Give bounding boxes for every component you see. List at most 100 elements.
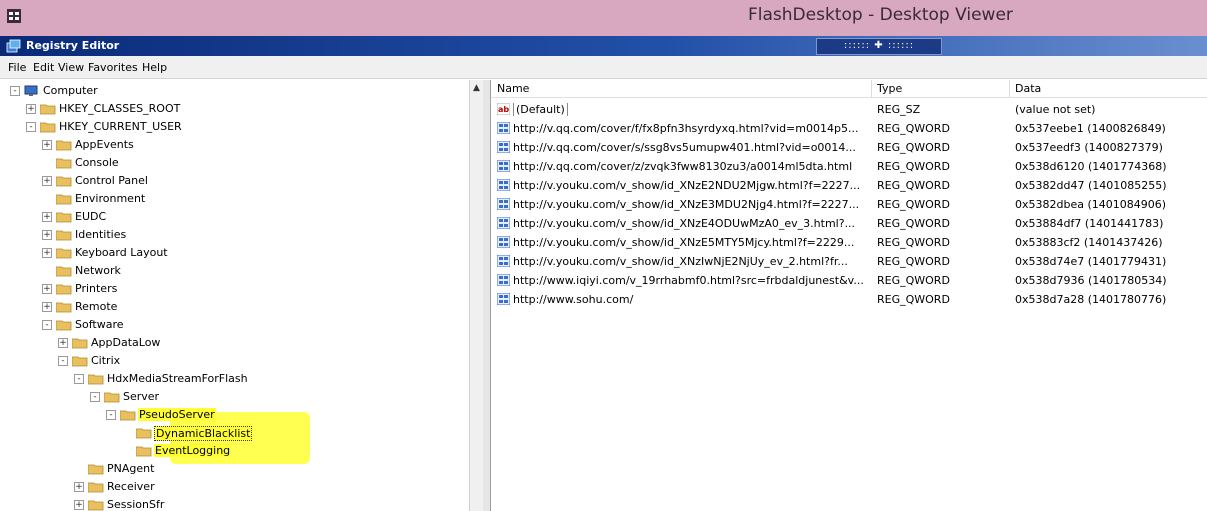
collapse-icon[interactable]: - <box>90 392 100 402</box>
tree-node[interactable]: + AppEvents <box>0 136 470 154</box>
tree-node-label: Environment <box>75 192 146 205</box>
tree-node[interactable]: + EUDC <box>0 208 470 226</box>
tree-node[interactable]: - HKEY_CURRENT_USER <box>0 118 470 136</box>
binary-value-icon <box>497 255 510 267</box>
windows-logo-icon[interactable] <box>7 9 21 23</box>
column-header-name[interactable]: Name <box>497 82 529 95</box>
tree-node-label: EventLogging <box>154 444 232 457</box>
value-data: 0x538d74e7 (1401779431) <box>1015 255 1167 268</box>
tree-node-label: SessionSfr <box>107 498 165 511</box>
tree-node[interactable]: DynamicBlacklist <box>0 424 470 442</box>
expand-icon[interactable]: + <box>42 248 52 258</box>
value-row[interactable]: http://v.youku.com/v_show/id_XNzE3MDU2Nj… <box>491 195 1207 214</box>
value-row[interactable]: http://www.sohu.com/REG_QWORD 0x538d7a28 … <box>491 290 1207 309</box>
pane-splitter[interactable] <box>483 80 491 511</box>
computer-icon <box>24 85 38 96</box>
menu-favorites[interactable]: Favorites <box>88 61 138 74</box>
list-header: Name Type Data <box>491 80 1207 98</box>
tree-node[interactable]: Environment <box>0 190 470 208</box>
tree-node[interactable]: - Citrix <box>0 352 470 370</box>
value-data: 0x538d7a28 (1401780776) <box>1015 293 1167 306</box>
value-type: REG_QWORD <box>877 160 950 173</box>
value-name: http://v.youku.com/v_show/id_XNzIwNjE2Nj… <box>513 255 848 268</box>
tree-node-label: Control Panel <box>75 174 148 187</box>
tree-node[interactable]: - HdxMediaStreamForFlash <box>0 370 470 388</box>
value-row[interactable]: http://v.qq.com/cover/f/fx8pfn3hsyrdyxq.… <box>491 119 1207 138</box>
values-list[interactable]: Name Type Data ab (Default) REG_SZ (value n… <box>491 80 1207 511</box>
tree-node[interactable]: - PseudoServer <box>0 406 470 424</box>
window-title-bar[interactable]: Registry Editor :::::: ✚ :::::: <box>0 36 1207 56</box>
expand-icon[interactable]: + <box>42 302 52 312</box>
viewer-title: FlashDesktop - Desktop Viewer <box>748 5 1013 25</box>
tree-node[interactable]: Console <box>0 154 470 172</box>
expand-icon[interactable]: + <box>42 212 52 222</box>
column-header-type[interactable]: Type <box>877 82 902 95</box>
tree-node[interactable]: + AppDataLow <box>0 334 470 352</box>
value-row[interactable]: http://www.iqiyi.com/v_19rrhabmf0.html?s… <box>491 271 1207 290</box>
expand-icon[interactable]: + <box>42 176 52 186</box>
value-row[interactable]: http://v.youku.com/v_show/id_XNzE4ODUwMz… <box>491 214 1207 233</box>
tree-node[interactable]: + SessionSfr <box>0 496 470 511</box>
collapse-icon[interactable]: - <box>106 410 116 420</box>
tree-node[interactable]: + Control Panel <box>0 172 470 190</box>
tree-node[interactable]: + Printers <box>0 280 470 298</box>
folder-icon <box>136 446 152 457</box>
value-row[interactable]: ab (Default) REG_SZ (value not set) <box>491 100 1207 119</box>
tree-node[interactable]: + Keyboard Layout <box>0 244 470 262</box>
menu-help[interactable]: Help <box>142 61 167 74</box>
expand-icon[interactable]: + <box>42 230 52 240</box>
binary-value-icon <box>497 141 510 153</box>
tree-node[interactable]: + Identities <box>0 226 470 244</box>
expand-icon[interactable]: + <box>26 104 36 114</box>
registry-tree[interactable]: - Computer + HKEY_CLASSES_ROOT - HKEY_CURRENT… <box>0 80 484 511</box>
collapse-icon[interactable]: - <box>58 356 68 366</box>
tree-scrollbar[interactable]: ▲ <box>469 80 484 511</box>
tree-node[interactable]: - Software <box>0 316 470 334</box>
expand-icon[interactable]: + <box>58 338 68 348</box>
value-data: 0x538d6120 (1401774368) <box>1015 160 1167 173</box>
folder-icon <box>88 374 104 385</box>
menu-file[interactable]: File <box>8 61 26 74</box>
column-divider[interactable] <box>1009 80 1010 97</box>
tree-node[interactable]: EventLogging <box>0 442 470 460</box>
collapse-icon[interactable]: - <box>10 86 20 96</box>
expand-icon[interactable]: + <box>74 500 84 510</box>
folder-icon <box>56 284 72 295</box>
value-row[interactable]: http://v.qq.com/cover/s/ssg8vs5umupw401.… <box>491 138 1207 157</box>
tree-node[interactable]: + Receiver <box>0 478 470 496</box>
value-name: http://v.qq.com/cover/s/ssg8vs5umupw401.… <box>513 141 856 154</box>
tree-node[interactable]: - Server <box>0 388 470 406</box>
column-divider[interactable] <box>871 80 872 97</box>
tree-node-label: AppDataLow <box>91 336 161 349</box>
menu-edit[interactable]: Edit <box>33 61 54 74</box>
collapse-icon[interactable]: - <box>42 320 52 330</box>
binary-value-icon <box>497 198 510 210</box>
expand-icon[interactable]: + <box>74 482 84 492</box>
menu-view[interactable]: View <box>58 61 84 74</box>
folder-icon <box>88 482 104 493</box>
tree-node-label: Identities <box>75 228 127 241</box>
scroll-up-arrow-icon[interactable]: ▲ <box>471 82 482 94</box>
expand-icon[interactable]: + <box>42 140 52 150</box>
binary-value-icon <box>497 236 510 248</box>
value-row[interactable]: http://v.youku.com/v_show/id_XNzE2NDU2Mj… <box>491 176 1207 195</box>
expand-icon[interactable]: + <box>42 284 52 294</box>
tree-node[interactable]: - Computer <box>0 82 470 100</box>
binary-value-icon <box>497 160 510 172</box>
collapse-icon[interactable]: - <box>26 122 36 132</box>
value-row[interactable]: http://v.youku.com/v_show/id_XNzIwNjE2Nj… <box>491 252 1207 271</box>
tree-node-label: EUDC <box>75 210 107 223</box>
value-row[interactable]: http://v.youku.com/v_show/id_XNzE5MTY5Mj… <box>491 233 1207 252</box>
column-header-data[interactable]: Data <box>1015 82 1041 95</box>
tree-node[interactable]: PNAgent <box>0 460 470 478</box>
collapse-icon[interactable]: - <box>74 374 84 384</box>
value-row[interactable]: http://v.qq.com/cover/z/zvqk3fww8130zu3/… <box>491 157 1207 176</box>
tree-node[interactable]: + HKEY_CLASSES_ROOT <box>0 100 470 118</box>
tree-node[interactable]: Network <box>0 262 470 280</box>
value-data: 0x53883cf2 (1401437426) <box>1015 236 1163 249</box>
tree-node[interactable]: + Remote <box>0 298 470 316</box>
value-name: (Default) <box>513 103 868 116</box>
viewer-toolbar-handle[interactable]: :::::: ✚ :::::: <box>816 38 942 55</box>
value-type: REG_QWORD <box>877 255 950 268</box>
value-data: 0x537eebe1 (1400826849) <box>1015 122 1166 135</box>
